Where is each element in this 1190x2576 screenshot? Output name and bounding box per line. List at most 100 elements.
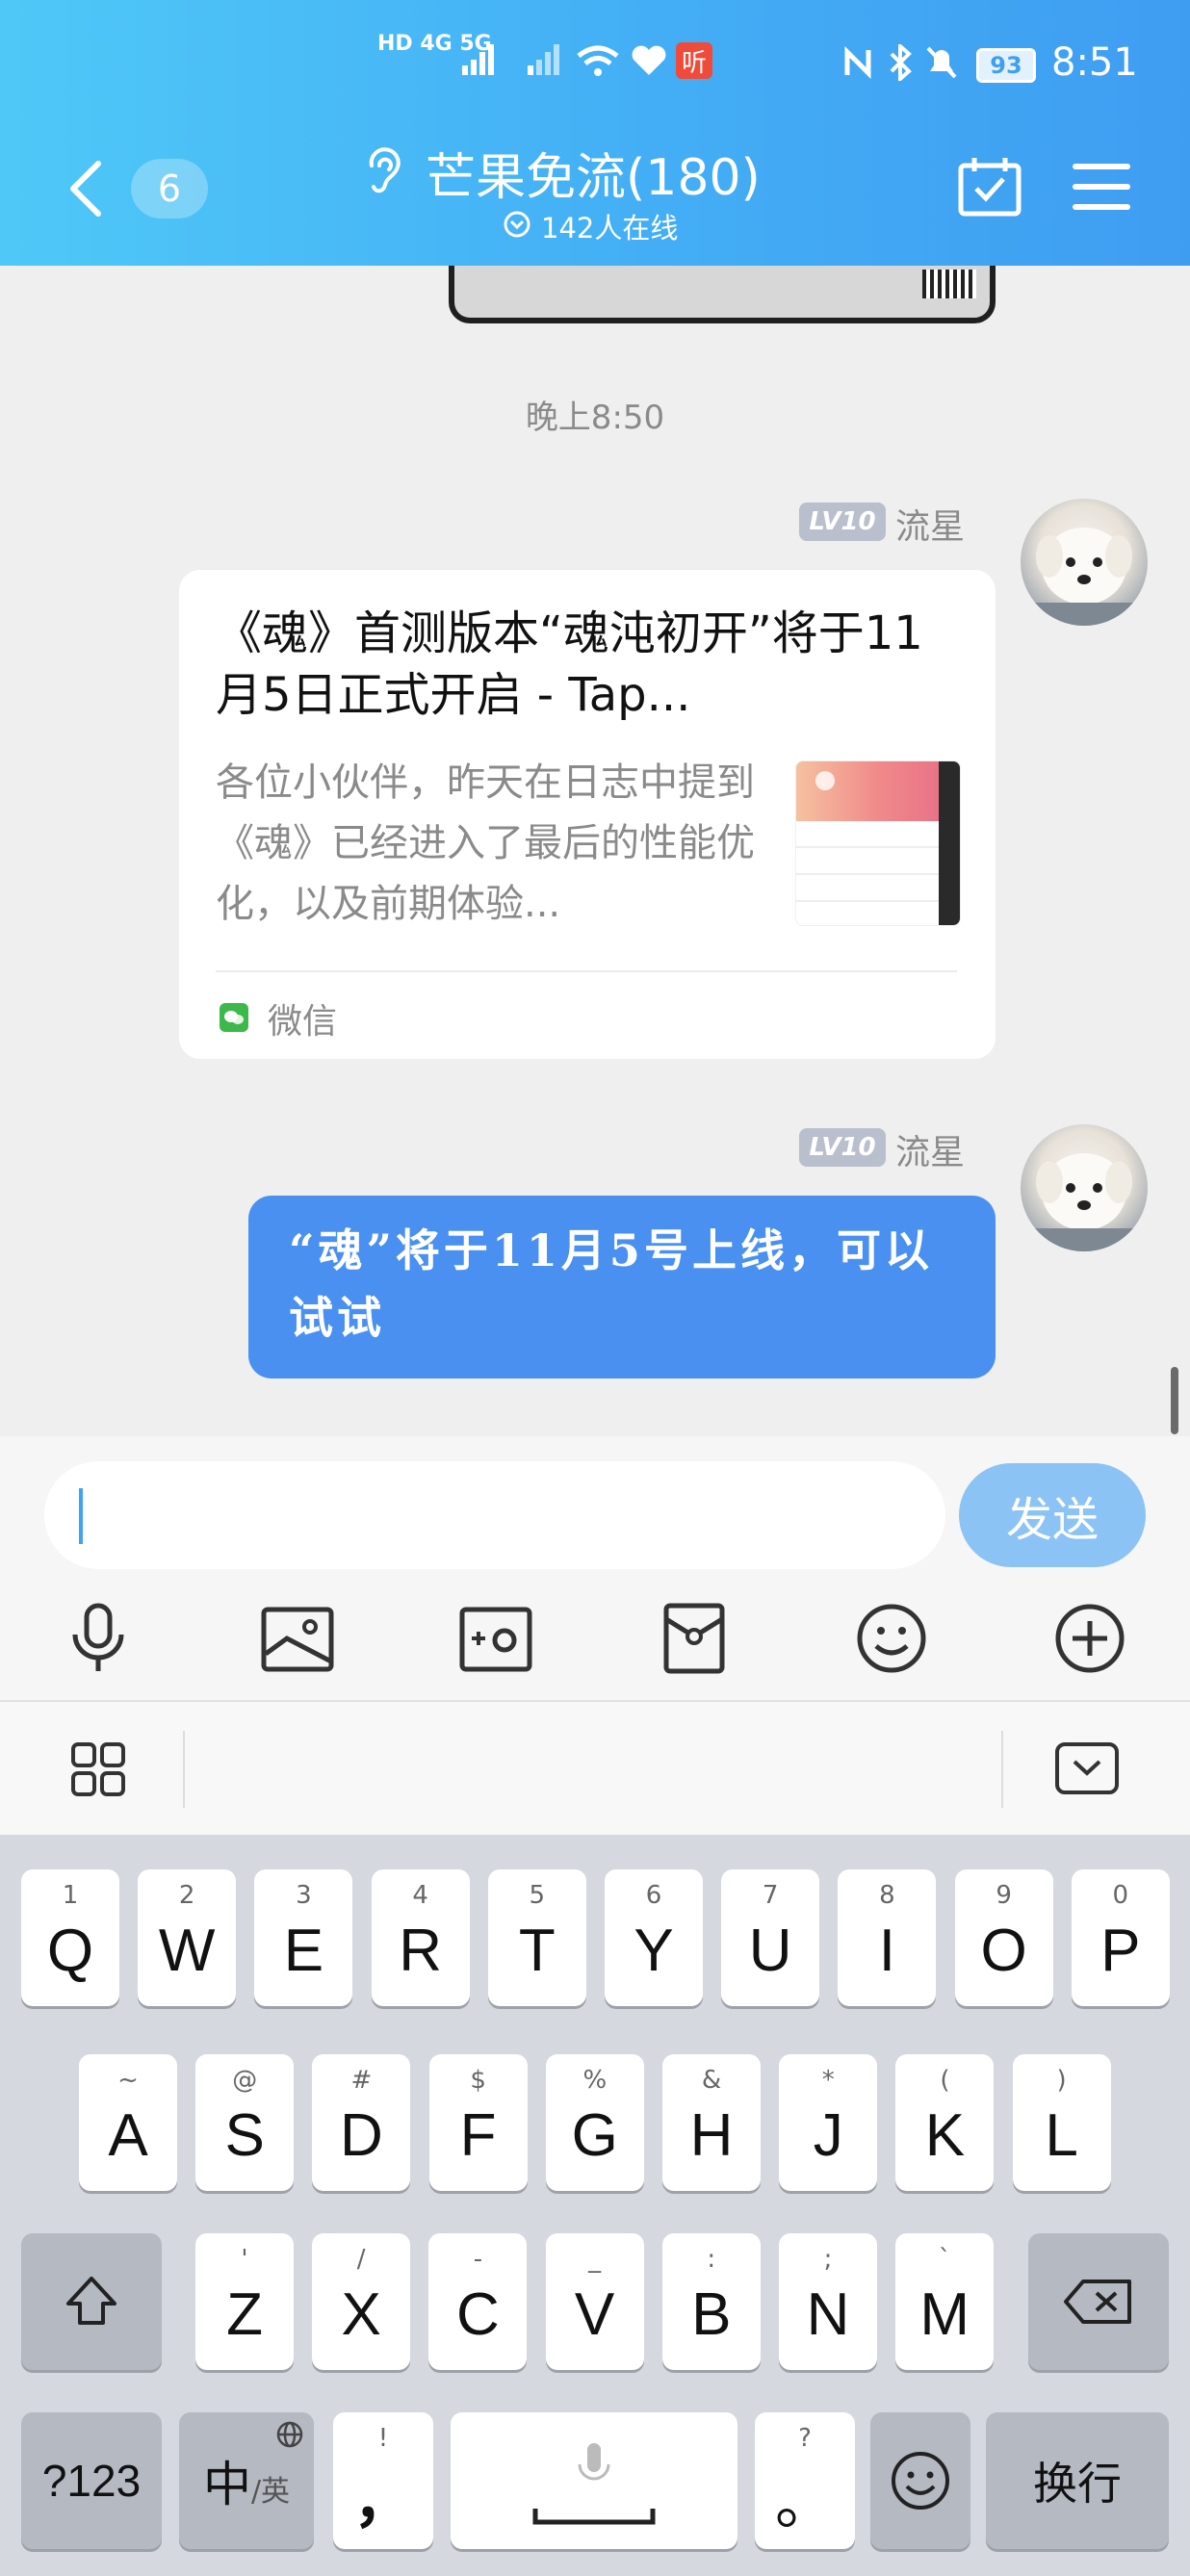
key-w[interactable]: 2W — [138, 1869, 237, 2006]
camera-icon[interactable] — [458, 1606, 533, 1673]
key-f[interactable]: $ F — [428, 2054, 528, 2191]
online-chevron-icon — [504, 211, 530, 238]
puppy-avatar-icon — [1021, 1153, 1148, 1251]
card-divider — [216, 970, 957, 972]
key-n[interactable]: ; N — [779, 2233, 877, 2370]
key-sub-label: : — [707, 2245, 716, 2274]
key-sub-label: 0 — [1112, 1881, 1129, 1910]
text-message-bubble[interactable]: “魂”将于11月5号上线，可以试试 — [248, 1196, 996, 1378]
key-s[interactable]: @ S — [195, 2054, 295, 2191]
key-m[interactable]: ` M — [895, 2233, 995, 2370]
key-d[interactable]: # D — [312, 2054, 411, 2191]
space-key[interactable] — [451, 2412, 737, 2549]
key-label: Z — [226, 2280, 263, 2348]
key-label: H — [689, 2101, 734, 2169]
key-u[interactable]: 7U — [721, 1869, 820, 2006]
key-c[interactable]: -C — [428, 2233, 528, 2370]
key-v[interactable]: _ V — [545, 2233, 644, 2370]
key-g[interactable]: % G — [545, 2054, 644, 2191]
key-o[interactable]: 9O — [954, 1869, 1053, 2006]
period-key-sub: ? — [798, 2424, 812, 2453]
enter-key[interactable]: 换行 — [986, 2412, 1169, 2549]
link-description: 各位小伙伴，昨天在日志中提到《魂》已经进入了最后的性能优化，以及前期体验... — [216, 760, 755, 926]
key-sub-label: 5 — [529, 1881, 546, 1910]
key-label: L — [1045, 2101, 1078, 2169]
sender-name[interactable]: 流星 — [895, 1124, 965, 1174]
calendar-check-icon[interactable] — [957, 156, 1022, 218]
key-label: A — [108, 2101, 148, 2169]
language-switch-key[interactable]: 中 /英 — [179, 2412, 314, 2549]
key-sub-label: 1 — [62, 1881, 79, 1910]
heart-icon — [632, 45, 666, 75]
key-a[interactable]: ~ A — [79, 2054, 177, 2191]
sender-name[interactable]: 流星 — [895, 499, 965, 549]
nfc-icon — [844, 46, 871, 79]
key-label: T — [518, 1917, 556, 1984]
key-z[interactable]: ' Z — [195, 2233, 294, 2370]
key-j[interactable]: * J — [779, 2054, 878, 2191]
emoji-key[interactable] — [870, 2412, 970, 2549]
red-packet-icon[interactable] — [662, 1602, 726, 1675]
key-label: V — [574, 2280, 615, 2348]
shift-key[interactable] — [21, 2233, 162, 2370]
key-r[interactable]: 4R — [371, 1869, 470, 2006]
key-p[interactable]: 0P — [1071, 1869, 1170, 2006]
globe-icon — [276, 2421, 303, 2448]
key-h[interactable]: & H — [662, 2054, 761, 2191]
hide-keyboard-icon[interactable] — [1053, 1740, 1121, 1798]
key-sub-label: 8 — [879, 1881, 895, 1910]
emoji-icon[interactable] — [855, 1602, 928, 1675]
key-b[interactable]: :B — [661, 2233, 761, 2370]
key-label: R — [399, 1917, 442, 1984]
message-text: “魂”将于11月5号上线，可以试试 — [289, 1224, 933, 1344]
lang-key-sub: /英 — [250, 2475, 291, 2509]
image-icon[interactable] — [260, 1606, 335, 1673]
ear-icon — [369, 147, 401, 193]
back-arrow-icon[interactable] — [64, 158, 106, 219]
online-count[interactable]: 142人在线 — [541, 206, 678, 246]
group-title[interactable]: 芒果免流(180) — [426, 137, 761, 209]
plus-icon[interactable] — [1053, 1602, 1126, 1675]
key-sub-label: & — [701, 2066, 722, 2095]
period-key[interactable]: ? 。 — [755, 2412, 855, 2549]
backspace-icon — [1064, 2280, 1131, 2324]
period-key-label: 。 — [774, 2470, 835, 2537]
key-label: G — [571, 2101, 618, 2169]
key-k[interactable]: (K — [895, 2054, 995, 2191]
key-label: U — [748, 1917, 792, 1984]
avatar[interactable] — [1021, 499, 1148, 626]
key-sub-label: 6 — [645, 1881, 662, 1910]
key-sub-label: / — [356, 2245, 366, 2274]
comma-key-sub: ! — [377, 2424, 389, 2453]
key-label: N — [806, 2280, 850, 2348]
text-cursor — [79, 1488, 83, 1544]
menu-icon[interactable] — [1071, 160, 1132, 214]
shared-link-card[interactable]: 《魂》首测版本“魂沌初开”将于11月5日正式开启 - Tap... 各位小伙伴，… — [179, 570, 996, 1059]
key-y[interactable]: 6Y — [605, 1869, 703, 2006]
key-label: C — [456, 2280, 500, 2348]
apps-grid-icon[interactable] — [69, 1740, 127, 1798]
avatar[interactable] — [1021, 1124, 1148, 1251]
key-l[interactable]: ) L — [1012, 2054, 1111, 2191]
key-sub-label: 3 — [296, 1881, 312, 1910]
key-label: P — [1100, 1917, 1141, 1984]
chat-header: HD 4G 5G 听 93 8:51 6 芒果免流(180) 142人在线 — [0, 0, 1190, 266]
key-x[interactable]: / X — [312, 2233, 411, 2370]
key-t[interactable]: 5T — [487, 1869, 586, 2006]
backspace-key[interactable] — [1028, 2233, 1169, 2370]
key-sub-label: 4 — [412, 1881, 428, 1910]
key-e[interactable]: 3E — [254, 1869, 353, 2006]
key-label: K — [924, 2101, 966, 2169]
key-q[interactable]: 1Q — [21, 1869, 119, 2006]
comma-key[interactable]: ! ， — [333, 2412, 433, 2549]
key-i[interactable]: 8I — [838, 1869, 937, 2006]
symbols-key[interactable]: ?123 — [21, 2412, 162, 2549]
unread-count-badge[interactable]: 6 — [131, 159, 208, 219]
previous-image-message[interactable] — [449, 266, 996, 323]
key-sub-label: % — [582, 2066, 608, 2095]
message-input[interactable] — [44, 1461, 945, 1569]
key-sub-label: ' — [241, 2245, 248, 2274]
send-button[interactable]: 发送 — [959, 1463, 1146, 1567]
chat-scrollbar[interactable] — [1171, 1367, 1178, 1434]
microphone-icon[interactable] — [69, 1602, 127, 1677]
